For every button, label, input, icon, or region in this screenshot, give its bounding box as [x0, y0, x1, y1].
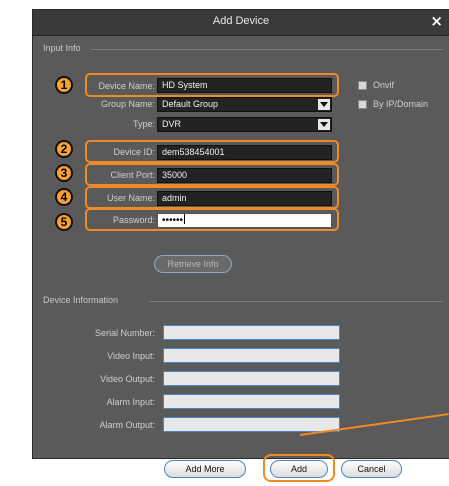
by-ip-domain-checkbox[interactable]: By IP/Domain [358, 99, 428, 109]
video-input-field [163, 348, 340, 363]
onvif-label: Onvif [373, 80, 395, 90]
add-more-button[interactable]: Add More [164, 460, 246, 478]
alarm-output-field [163, 417, 340, 432]
callout-badge-5: 5 [55, 213, 73, 231]
checkbox-box[interactable] [358, 100, 367, 109]
section-divider [149, 301, 443, 302]
callout-badge-2: 2 [55, 140, 73, 158]
dialog-title: Add Device [212, 15, 270, 27]
alarm-output-label: Alarm Output: [99, 420, 155, 430]
callout-ring-add [263, 454, 335, 482]
callout-badge-4: 4 [55, 188, 73, 206]
video-input-label: Video Input: [107, 351, 155, 361]
device-information-heading: Device Information [43, 295, 119, 305]
close-icon[interactable]: × [430, 12, 443, 30]
callout-badge-3: 3 [55, 164, 73, 182]
serial-number-label: Serial Number: [94, 328, 155, 338]
type-value: DVR [162, 119, 182, 129]
type-label: Type: [132, 119, 155, 129]
onvif-checkbox[interactable]: Onvif [358, 80, 394, 90]
by-ip-domain-label: By IP/Domain [373, 99, 429, 109]
alarm-input-field [163, 394, 340, 409]
checkbox-box[interactable] [358, 81, 367, 90]
retrieve-info-button[interactable]: Retrieve Info [154, 255, 232, 273]
cancel-button[interactable]: Cancel [341, 460, 402, 478]
callout-ring-client-port [85, 163, 339, 186]
video-output-label: Video Output: [100, 374, 155, 384]
chevron-down-icon[interactable] [318, 99, 330, 110]
alarm-input-label: Alarm Input: [106, 397, 155, 407]
video-output-field [163, 371, 340, 386]
title-bar[interactable]: Add Device × [33, 10, 449, 36]
callout-ring-password [85, 208, 339, 231]
callout-ring-user-name [85, 186, 339, 209]
serial-number-field [163, 325, 340, 340]
group-name-label: Group Name: [100, 99, 155, 109]
callout-badge-1: 1 [55, 76, 73, 94]
callout-ring-device-id [85, 140, 339, 163]
input-info-heading: Input Info [43, 43, 81, 53]
group-name-value: Default Group [162, 99, 219, 109]
callout-ring-device-name [85, 73, 339, 97]
type-select[interactable]: DVR [157, 117, 332, 132]
chevron-down-icon[interactable] [318, 119, 330, 130]
group-name-select[interactable]: Default Group [157, 97, 332, 112]
section-divider [91, 49, 443, 50]
